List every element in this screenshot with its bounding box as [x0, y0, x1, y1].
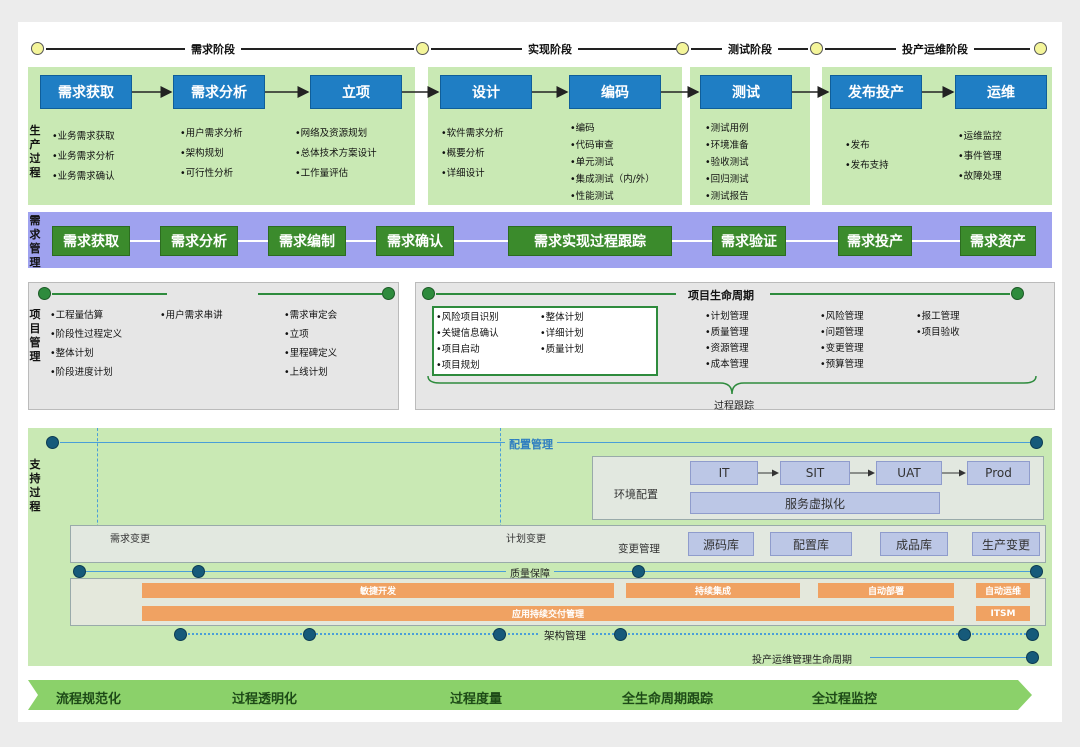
arch-circle	[493, 628, 506, 641]
agile-dev-bar: 敏捷开发	[142, 583, 614, 598]
arch-circle	[614, 628, 627, 641]
arch-circle	[958, 628, 971, 641]
change-artifact-repo: 成品库	[880, 532, 948, 556]
change-mgmt-label: 变更管理	[618, 543, 660, 555]
ci-bar: 持续集成	[626, 583, 800, 598]
quality-circle	[73, 565, 86, 578]
arch-circle	[174, 628, 187, 641]
quality-circle	[1030, 565, 1043, 578]
env-arrows	[100, 469, 971, 550]
arch-circle	[1026, 628, 1039, 641]
quality-line	[86, 571, 1032, 572]
req-change-label: 需求变更	[110, 534, 150, 545]
quality-circle	[632, 565, 645, 578]
change-config-repo: 配置库	[770, 532, 852, 556]
goal-full-monitoring: 全过程监控	[812, 692, 878, 707]
ops-lifecycle-line	[870, 657, 1028, 658]
goal-standardization: 流程规范化	[56, 692, 122, 707]
goal-measurement: 过程度量	[450, 692, 503, 707]
arch-mgmt-label: 架构管理	[540, 628, 590, 643]
goal-transparency: 过程透明化	[232, 692, 298, 707]
ops-lifecycle-circle	[1026, 651, 1039, 664]
change-source-repo: 源码库	[688, 532, 754, 556]
cd-mgmt-bar: 应用持续交付管理	[142, 606, 954, 621]
arch-circle	[303, 628, 316, 641]
ops-lifecycle-label: 投产运维管理生命周期	[752, 655, 852, 666]
change-prod-change: 生产变更	[972, 532, 1040, 556]
auto-ops-bar: 自动运维	[976, 583, 1030, 598]
auto-deploy-bar: 自动部署	[818, 583, 954, 598]
quality-circle	[192, 565, 205, 578]
plan-change-label: 计划变更	[506, 534, 546, 545]
bottom-arrow	[28, 680, 1032, 710]
goal-lifecycle-tracking: 全生命周期跟踪	[622, 692, 714, 707]
itsm-bar: ITSM	[976, 606, 1030, 621]
